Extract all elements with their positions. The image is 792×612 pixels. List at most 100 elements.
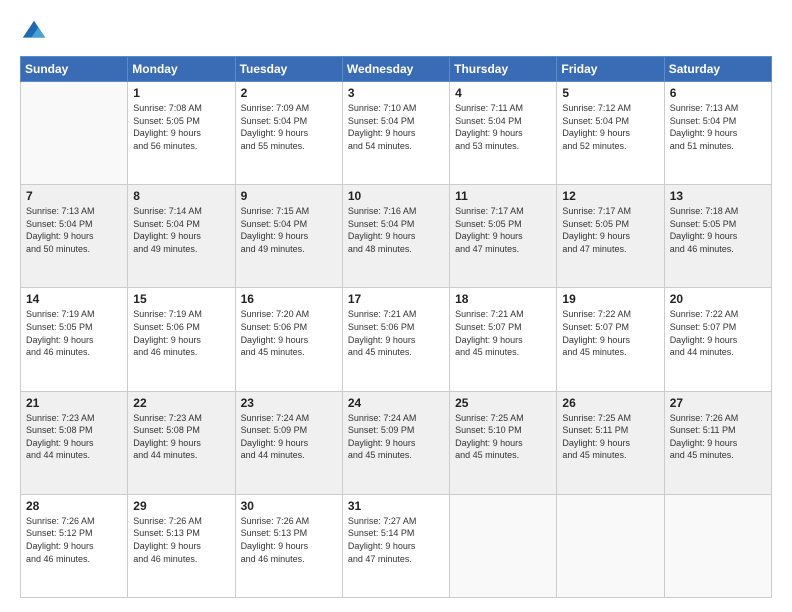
day-number: 6 bbox=[670, 86, 766, 100]
calendar-cell: 13 Sunrise: 7:18 AM Sunset: 5:05 PM Dayli… bbox=[664, 185, 771, 288]
day-info: Sunrise: 7:10 AM Sunset: 5:04 PM Dayligh… bbox=[348, 102, 444, 152]
day-info: Sunrise: 7:23 AM Sunset: 5:08 PM Dayligh… bbox=[133, 412, 229, 462]
day-info: Sunrise: 7:22 AM Sunset: 5:07 PM Dayligh… bbox=[670, 308, 766, 358]
day-info: Sunrise: 7:26 AM Sunset: 5:12 PM Dayligh… bbox=[26, 515, 122, 565]
calendar-cell: 29 Sunrise: 7:26 AM Sunset: 5:13 PM Dayli… bbox=[128, 494, 235, 597]
day-info: Sunrise: 7:22 AM Sunset: 5:07 PM Dayligh… bbox=[562, 308, 658, 358]
header bbox=[20, 18, 772, 46]
day-number: 18 bbox=[455, 292, 551, 306]
calendar-cell: 17 Sunrise: 7:21 AM Sunset: 5:06 PM Dayli… bbox=[342, 288, 449, 391]
day-info: Sunrise: 7:21 AM Sunset: 5:07 PM Dayligh… bbox=[455, 308, 551, 358]
day-number: 19 bbox=[562, 292, 658, 306]
day-number: 15 bbox=[133, 292, 229, 306]
calendar-cell: 8 Sunrise: 7:14 AM Sunset: 5:04 PM Daylig… bbox=[128, 185, 235, 288]
calendar-cell: 21 Sunrise: 7:23 AM Sunset: 5:08 PM Dayli… bbox=[21, 391, 128, 494]
day-number: 10 bbox=[348, 189, 444, 203]
calendar-table: SundayMondayTuesdayWednesdayThursdayFrid… bbox=[20, 56, 772, 598]
day-number: 14 bbox=[26, 292, 122, 306]
day-info: Sunrise: 7:11 AM Sunset: 5:04 PM Dayligh… bbox=[455, 102, 551, 152]
calendar-cell: 19 Sunrise: 7:22 AM Sunset: 5:07 PM Dayli… bbox=[557, 288, 664, 391]
day-info: Sunrise: 7:19 AM Sunset: 5:05 PM Dayligh… bbox=[26, 308, 122, 358]
calendar-cell: 4Sunrise: 7:11 AM Sunset: 5:04 PM Daylig… bbox=[450, 82, 557, 185]
calendar-cell: 11Sunrise: 7:17 AM Sunset: 5:05 PM Dayli… bbox=[450, 185, 557, 288]
calendar-cell: 18 Sunrise: 7:21 AM Sunset: 5:07 PM Dayli… bbox=[450, 288, 557, 391]
day-info: Sunrise: 7:09 AM Sunset: 5:04 PM Dayligh… bbox=[241, 102, 337, 152]
calendar-cell: 10Sunrise: 7:16 AM Sunset: 5:04 PM Dayli… bbox=[342, 185, 449, 288]
day-number: 1 bbox=[133, 86, 229, 100]
day-number: 26 bbox=[562, 396, 658, 410]
day-number: 9 bbox=[241, 189, 337, 203]
calendar-cell: 25 Sunrise: 7:25 AM Sunset: 5:10 PM Dayli… bbox=[450, 391, 557, 494]
calendar-cell: 22 Sunrise: 7:23 AM Sunset: 5:08 PM Dayli… bbox=[128, 391, 235, 494]
logo-icon bbox=[20, 18, 48, 46]
day-number: 11 bbox=[455, 189, 551, 203]
page: SundayMondayTuesdayWednesdayThursdayFrid… bbox=[0, 0, 792, 612]
day-info: Sunrise: 7:18 AM Sunset: 5:05 PM Dayligh… bbox=[670, 205, 766, 255]
calendar-cell: 24 Sunrise: 7:24 AM Sunset: 5:09 PM Dayli… bbox=[342, 391, 449, 494]
day-number: 31 bbox=[348, 499, 444, 513]
day-number: 16 bbox=[241, 292, 337, 306]
day-info: Sunrise: 7:19 AM Sunset: 5:06 PM Dayligh… bbox=[133, 308, 229, 358]
calendar-cell: 28 Sunrise: 7:26 AM Sunset: 5:12 PM Dayli… bbox=[21, 494, 128, 597]
day-info: Sunrise: 7:24 AM Sunset: 5:09 PM Dayligh… bbox=[348, 412, 444, 462]
day-info: Sunrise: 7:26 AM Sunset: 5:13 PM Dayligh… bbox=[241, 515, 337, 565]
day-info: Sunrise: 7:23 AM Sunset: 5:08 PM Dayligh… bbox=[26, 412, 122, 462]
day-number: 7 bbox=[26, 189, 122, 203]
day-number: 2 bbox=[241, 86, 337, 100]
day-info: Sunrise: 7:25 AM Sunset: 5:11 PM Dayligh… bbox=[562, 412, 658, 462]
day-number: 28 bbox=[26, 499, 122, 513]
day-info: Sunrise: 7:20 AM Sunset: 5:06 PM Dayligh… bbox=[241, 308, 337, 358]
day-info: Sunrise: 7:14 AM Sunset: 5:04 PM Dayligh… bbox=[133, 205, 229, 255]
calendar-cell: 3 Sunrise: 7:10 AM Sunset: 5:04 PM Daylig… bbox=[342, 82, 449, 185]
day-info: Sunrise: 7:25 AM Sunset: 5:10 PM Dayligh… bbox=[455, 412, 551, 462]
calendar-cell: 31Sunrise: 7:27 AM Sunset: 5:14 PM Dayli… bbox=[342, 494, 449, 597]
calendar-cell: 1 Sunrise: 7:08 AM Sunset: 5:05 PM Daylig… bbox=[128, 82, 235, 185]
calendar-cell: 30 Sunrise: 7:26 AM Sunset: 5:13 PM Dayli… bbox=[235, 494, 342, 597]
weekday-header-friday: Friday bbox=[557, 57, 664, 82]
day-info: Sunrise: 7:13 AM Sunset: 5:04 PM Dayligh… bbox=[26, 205, 122, 255]
calendar-cell: 20 Sunrise: 7:22 AM Sunset: 5:07 PM Dayli… bbox=[664, 288, 771, 391]
calendar-cell: 23Sunrise: 7:24 AM Sunset: 5:09 PM Dayli… bbox=[235, 391, 342, 494]
day-number: 30 bbox=[241, 499, 337, 513]
day-number: 13 bbox=[670, 189, 766, 203]
calendar-cell bbox=[557, 494, 664, 597]
day-number: 5 bbox=[562, 86, 658, 100]
weekday-header-saturday: Saturday bbox=[664, 57, 771, 82]
calendar-cell: 6 Sunrise: 7:13 AM Sunset: 5:04 PM Daylig… bbox=[664, 82, 771, 185]
day-number: 25 bbox=[455, 396, 551, 410]
weekday-header-tuesday: Tuesday bbox=[235, 57, 342, 82]
day-info: Sunrise: 7:15 AM Sunset: 5:04 PM Dayligh… bbox=[241, 205, 337, 255]
calendar-cell: 7 Sunrise: 7:13 AM Sunset: 5:04 PM Daylig… bbox=[21, 185, 128, 288]
calendar-cell bbox=[21, 82, 128, 185]
day-number: 21 bbox=[26, 396, 122, 410]
weekday-header-wednesday: Wednesday bbox=[342, 57, 449, 82]
day-info: Sunrise: 7:26 AM Sunset: 5:13 PM Dayligh… bbox=[133, 515, 229, 565]
day-info: Sunrise: 7:13 AM Sunset: 5:04 PM Dayligh… bbox=[670, 102, 766, 152]
day-number: 24 bbox=[348, 396, 444, 410]
day-number: 20 bbox=[670, 292, 766, 306]
day-info: Sunrise: 7:12 AM Sunset: 5:04 PM Dayligh… bbox=[562, 102, 658, 152]
logo bbox=[20, 18, 52, 46]
day-number: 3 bbox=[348, 86, 444, 100]
calendar-cell: 5 Sunrise: 7:12 AM Sunset: 5:04 PM Daylig… bbox=[557, 82, 664, 185]
weekday-header-monday: Monday bbox=[128, 57, 235, 82]
calendar-cell: 16 Sunrise: 7:20 AM Sunset: 5:06 PM Dayli… bbox=[235, 288, 342, 391]
weekday-header-thursday: Thursday bbox=[450, 57, 557, 82]
day-number: 27 bbox=[670, 396, 766, 410]
day-number: 23 bbox=[241, 396, 337, 410]
calendar-cell: 15 Sunrise: 7:19 AM Sunset: 5:06 PM Dayli… bbox=[128, 288, 235, 391]
calendar-cell: 2 Sunrise: 7:09 AM Sunset: 5:04 PM Daylig… bbox=[235, 82, 342, 185]
day-number: 29 bbox=[133, 499, 229, 513]
calendar-cell: 26 Sunrise: 7:25 AM Sunset: 5:11 PM Dayli… bbox=[557, 391, 664, 494]
day-number: 8 bbox=[133, 189, 229, 203]
day-number: 12 bbox=[562, 189, 658, 203]
day-info: Sunrise: 7:08 AM Sunset: 5:05 PM Dayligh… bbox=[133, 102, 229, 152]
day-info: Sunrise: 7:21 AM Sunset: 5:06 PM Dayligh… bbox=[348, 308, 444, 358]
day-info: Sunrise: 7:26 AM Sunset: 5:11 PM Dayligh… bbox=[670, 412, 766, 462]
calendar-cell: 14 Sunrise: 7:19 AM Sunset: 5:05 PM Dayli… bbox=[21, 288, 128, 391]
day-info: Sunrise: 7:17 AM Sunset: 5:05 PM Dayligh… bbox=[562, 205, 658, 255]
day-number: 22 bbox=[133, 396, 229, 410]
day-number: 17 bbox=[348, 292, 444, 306]
calendar-cell: 12 Sunrise: 7:17 AM Sunset: 5:05 PM Dayli… bbox=[557, 185, 664, 288]
calendar-cell: 9 Sunrise: 7:15 AM Sunset: 5:04 PM Daylig… bbox=[235, 185, 342, 288]
